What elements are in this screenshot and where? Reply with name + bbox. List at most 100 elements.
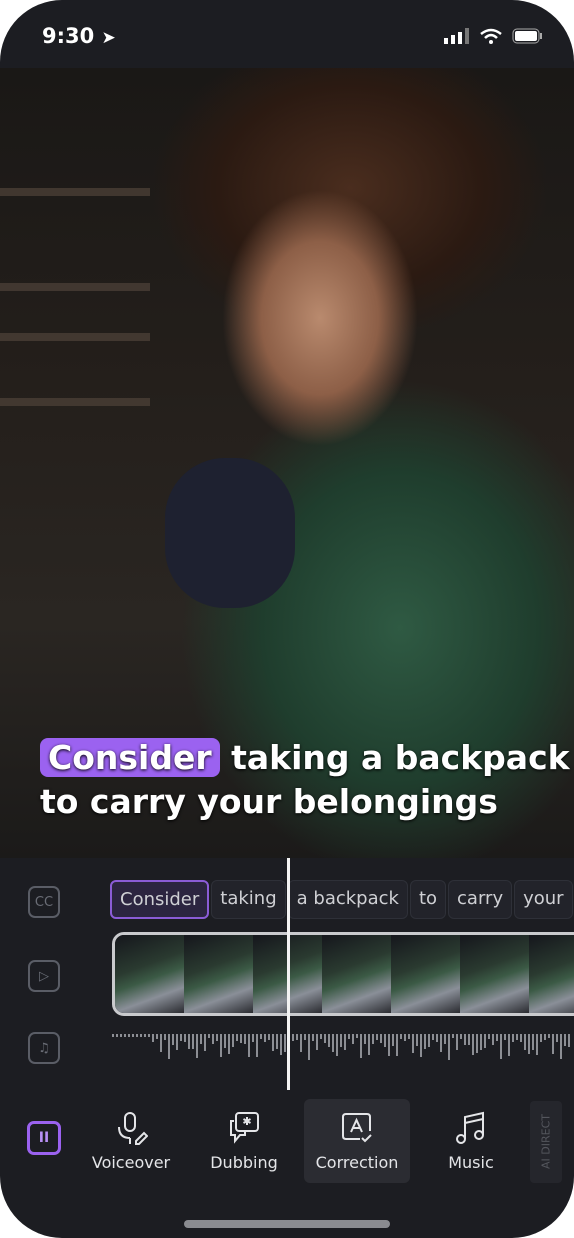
waveform-bar: [452, 1034, 454, 1039]
waveform-bar: [196, 1034, 198, 1058]
waveform-bar: [436, 1034, 438, 1042]
waveform-bar: [148, 1034, 150, 1037]
video-clip-icon[interactable]: ▷: [28, 960, 60, 992]
waveform-bar: [484, 1034, 486, 1048]
waveform-bar: [380, 1034, 382, 1043]
waveform-bar: [188, 1034, 190, 1049]
waveform-bar: [396, 1034, 398, 1057]
waveform-bar: [536, 1034, 538, 1055]
waveform-bar: [212, 1034, 214, 1044]
waveform-bar: [116, 1034, 118, 1037]
playhead[interactable]: [287, 858, 290, 1090]
waveform-bar: [136, 1034, 138, 1037]
waveform-bar: [168, 1034, 170, 1060]
waveform-bar: [160, 1034, 162, 1052]
pause-button[interactable]: II: [27, 1121, 61, 1155]
caption-word[interactable]: a backpack: [287, 880, 408, 919]
waveform-bar: [548, 1034, 550, 1039]
waveform-bar: [152, 1034, 154, 1043]
waveform-bar: [256, 1034, 258, 1058]
waveform-bar: [176, 1034, 178, 1050]
waveform-bar: [412, 1034, 414, 1053]
correction-button[interactable]: Correction: [304, 1099, 410, 1183]
waveform-bar: [360, 1034, 362, 1059]
waveform-bar: [144, 1034, 146, 1037]
home-indicator[interactable]: [184, 1220, 390, 1228]
waveform-bar: [404, 1034, 406, 1041]
waveform-bar: [364, 1034, 366, 1045]
music-button[interactable]: Music: [418, 1099, 524, 1183]
music-note-icon: [456, 1111, 484, 1144]
waveform-bar: [228, 1034, 230, 1055]
waveform-bar: [132, 1034, 134, 1037]
microphone-image: [165, 458, 295, 608]
waveform-bar: [324, 1034, 326, 1044]
waveform-bar: [532, 1034, 534, 1050]
waveform-bar: [372, 1034, 374, 1045]
video-preview[interactable]: Consider taking a backpack to carry your…: [0, 68, 574, 858]
waveform-bar: [440, 1034, 442, 1053]
waveform-bar: [328, 1034, 330, 1048]
caption-word[interactable]: Consider: [110, 880, 210, 919]
waveform-bar: [544, 1034, 546, 1041]
waveform-bar: [320, 1034, 322, 1040]
waveform-bar: [204, 1034, 206, 1052]
waveform-bar: [156, 1034, 158, 1039]
waveform-bar: [432, 1034, 434, 1041]
caption-word[interactable]: taking: [211, 880, 286, 919]
waveform-bar: [304, 1034, 306, 1040]
waveform-bar: [276, 1034, 278, 1050]
wifi-icon: [480, 28, 502, 44]
waveform-bar: [488, 1034, 490, 1039]
waveform-bar: [552, 1034, 554, 1054]
waveform-bar: [472, 1034, 474, 1055]
waveform-bar: [124, 1034, 126, 1037]
status-bar: 9:30 ➤: [0, 0, 574, 68]
waveform-bar: [368, 1034, 370, 1056]
video-filmstrip[interactable]: [112, 932, 574, 1016]
waveform-bar: [300, 1034, 302, 1053]
waveform-bar: [352, 1034, 354, 1045]
waveform-bar: [232, 1034, 234, 1047]
phone-screen: 9:30 ➤ Consider taking a backpack to car…: [0, 0, 574, 1238]
waveform-bar: [264, 1034, 266, 1042]
dubbing-button[interactable]: Dubbing: [191, 1099, 297, 1183]
waveform-bar: [384, 1034, 386, 1047]
voiceover-button[interactable]: Voiceover: [78, 1099, 184, 1183]
waveform-bar: [344, 1034, 346, 1050]
waveform-bar: [564, 1034, 566, 1047]
waveform-bar: [248, 1034, 250, 1058]
waveform-bar: [424, 1034, 426, 1050]
waveform-bar: [492, 1034, 494, 1045]
ai-direct-button[interactable]: AI DIRECT: [530, 1101, 562, 1183]
timeline: CC ▷ ♫ Consider taking a backpack to car…: [0, 858, 574, 1098]
audio-waveform[interactable]: [112, 1034, 574, 1064]
waveform-bar: [348, 1034, 350, 1039]
location-arrow-icon: ➤: [101, 28, 116, 48]
signal-icon: [444, 28, 469, 44]
waveform-bar: [408, 1034, 410, 1039]
waveform-bar: [208, 1034, 210, 1039]
mic-edit-icon: [118, 1111, 148, 1145]
caption-word[interactable]: your: [514, 880, 573, 919]
waveform-bar: [388, 1034, 390, 1056]
caption-word[interactable]: to: [409, 880, 447, 919]
waveform-bar: [244, 1034, 246, 1045]
waveform-bar: [128, 1034, 130, 1037]
waveform-bar: [184, 1034, 186, 1042]
waveform-bar: [312, 1034, 314, 1042]
waveform-bar: [268, 1034, 270, 1040]
waveform-bar: [468, 1034, 470, 1046]
captions-icon[interactable]: CC: [28, 886, 60, 918]
waveform-bar: [200, 1034, 202, 1044]
caption-highlight-word: Consider: [40, 738, 220, 777]
waveform-bar: [216, 1034, 218, 1042]
waveform-bar: [556, 1034, 558, 1043]
status-time: 9:30 ➤: [42, 24, 116, 48]
waveform-bar: [272, 1034, 274, 1052]
waveform-bar: [464, 1034, 466, 1045]
waveform-bar: [516, 1034, 518, 1040]
audio-track-icon[interactable]: ♫: [28, 1032, 60, 1064]
waveform-bar: [284, 1034, 286, 1053]
caption-word[interactable]: carry: [448, 880, 513, 919]
